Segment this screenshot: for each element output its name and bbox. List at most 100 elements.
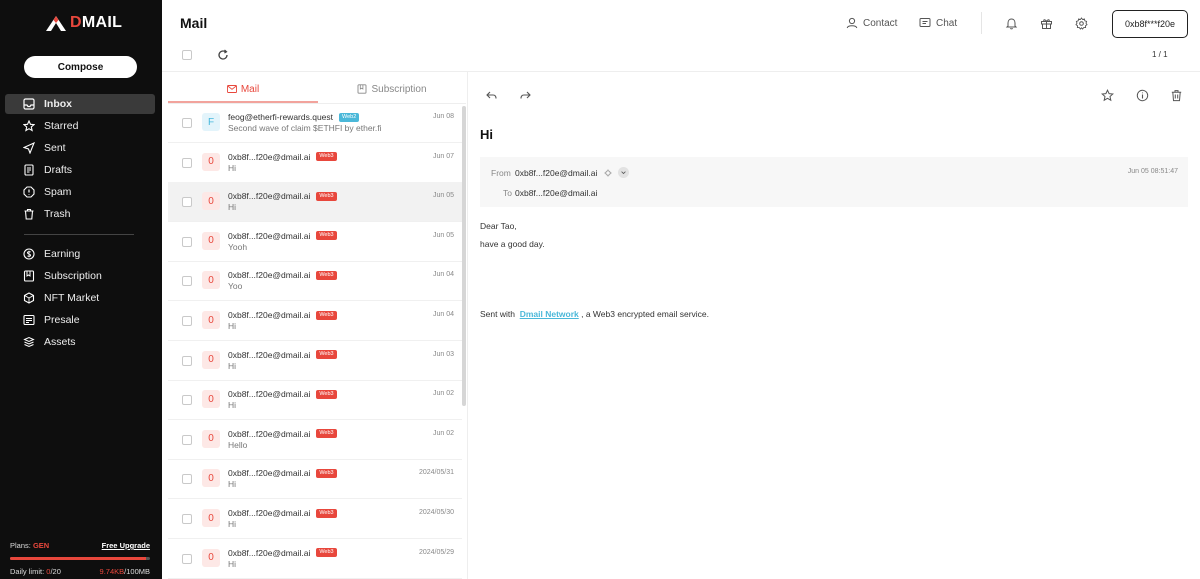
mail-list-item[interactable]: 0 0xb8f...f20e@dmail.ai Web3 Yoo Jun 04 bbox=[168, 261, 462, 302]
to-address[interactable]: 0xb8f...f20e@dmail.ai bbox=[515, 188, 597, 198]
row-checkbox[interactable] bbox=[182, 355, 192, 366]
pagination: 1 / 1 bbox=[1152, 50, 1168, 59]
dmail-logo[interactable]: DMAIL bbox=[44, 12, 122, 34]
row-checkbox[interactable] bbox=[182, 197, 192, 208]
mail-list-item[interactable]: 0 0xb8f...f20e@dmail.ai Web3 Hi Jun 05 bbox=[168, 182, 462, 223]
sidebar-item-presale[interactable]: Presale bbox=[5, 310, 155, 330]
mail-list-scrollbar[interactable] bbox=[462, 106, 466, 406]
signature-prefix: Sent with bbox=[480, 309, 515, 319]
trash-icon bbox=[23, 208, 35, 220]
mail-list-item[interactable]: 0 0xb8f...f20e@dmail.ai Web3 Hi Jun 02 bbox=[168, 380, 462, 421]
row-checkbox[interactable] bbox=[182, 236, 192, 247]
sidebar-item-starred[interactable]: Starred bbox=[5, 116, 155, 136]
select-all-checkbox[interactable] bbox=[182, 50, 192, 60]
mail-list-item[interactable]: 0 0xb8f...f20e@dmail.ai Web3 Hi Jun 03 bbox=[168, 341, 462, 381]
sidebar-item-inbox[interactable]: Inbox bbox=[5, 94, 155, 114]
copy-icon[interactable] bbox=[604, 169, 612, 177]
mail-icon bbox=[226, 85, 237, 93]
toolbar-divider bbox=[162, 71, 1200, 72]
sender-address: 0xb8f...f20e@dmail.ai bbox=[228, 310, 311, 320]
subscription-icon bbox=[23, 270, 35, 282]
compose-button[interactable]: Compose bbox=[24, 56, 137, 78]
storage-usage: 9.74KB/100MB bbox=[99, 567, 150, 576]
row-checkbox[interactable] bbox=[182, 276, 192, 287]
mail-sender: feog@etherfi-rewards.quest Web2 bbox=[228, 112, 360, 122]
dmail-network-link[interactable]: Dmail Network bbox=[520, 309, 579, 319]
reply-icon[interactable] bbox=[485, 89, 498, 102]
free-upgrade-link[interactable]: Free Upgrade bbox=[102, 541, 150, 550]
wallet-address-button[interactable]: 0xb8f***f20e bbox=[1112, 10, 1188, 38]
contact-icon bbox=[846, 17, 858, 29]
sidebar-item-sent[interactable]: Sent bbox=[5, 138, 155, 158]
sidebar-item-trash[interactable]: Trash bbox=[5, 204, 155, 224]
row-checkbox[interactable] bbox=[182, 316, 192, 326]
avatar: F bbox=[202, 113, 220, 131]
sidebar-item-label: Trash bbox=[44, 208, 71, 220]
trash-icon[interactable] bbox=[1170, 89, 1183, 102]
sidebar-divider bbox=[24, 234, 134, 235]
mail-list-item[interactable]: 0 0xb8f...f20e@dmail.ai Web3 Hi Jun 07 bbox=[168, 143, 462, 183]
mail-list-item[interactable]: Ffeog@etherfi-rewards.quest Web2 Second wa… bbox=[168, 103, 462, 143]
sidebar-item-nft-market[interactable]: NFT Market bbox=[5, 288, 155, 308]
row-checkbox[interactable] bbox=[182, 118, 192, 128]
mail-list-item[interactable]: 0 0xb8f...f20e@dmail.ai Web3 Hi Jun 04 bbox=[168, 301, 462, 341]
mail-list-item[interactable]: 0 0xb8f...f20e@dmail.ai Web3 Hi 2024/05/31 bbox=[168, 459, 462, 500]
sender-address: 0xb8f...f20e@dmail.ai bbox=[228, 428, 311, 439]
mail-sender: 0xb8f...f20e@dmail.ai Web3 bbox=[228, 468, 337, 478]
sender-address: 0xb8f...f20e@dmail.ai bbox=[228, 547, 311, 558]
tab-mail[interactable]: Mail bbox=[168, 76, 318, 102]
mail-subject: Yooh bbox=[228, 241, 248, 252]
network-badge: Web3 bbox=[316, 508, 337, 518]
mail-sender: 0xb8f...f20e@dmail.ai Web3 bbox=[228, 389, 337, 399]
info-icon[interactable] bbox=[1136, 89, 1149, 102]
mail-sender: 0xb8f...f20e@dmail.ai Web3 bbox=[228, 429, 337, 439]
sidebar-item-spam[interactable]: Spam bbox=[5, 182, 155, 202]
avatar: 0 bbox=[202, 271, 220, 290]
chat-button[interactable]: Chat bbox=[919, 17, 957, 29]
pane-divider bbox=[467, 72, 468, 579]
header-divider bbox=[981, 12, 982, 34]
sender-details-dropdown[interactable] bbox=[618, 167, 629, 178]
row-checkbox[interactable] bbox=[182, 474, 192, 485]
mail-list-item[interactable]: 0 0xb8f...f20e@dmail.ai Web3 Hello Jun 02 bbox=[168, 420, 462, 460]
nft-icon bbox=[23, 292, 35, 304]
mail-date: Jun 04 bbox=[432, 271, 454, 279]
network-badge: Web3 bbox=[316, 270, 337, 280]
tab-subscription[interactable]: Subscription bbox=[317, 76, 467, 102]
network-badge: Web3 bbox=[316, 310, 337, 320]
refresh-icon[interactable] bbox=[217, 48, 229, 60]
storage-progress-fill bbox=[10, 557, 146, 560]
presale-icon bbox=[23, 314, 35, 326]
mail-list-item[interactable]: 0 0xb8f...f20e@dmail.ai Web3 Hi 2024/05/29 bbox=[168, 539, 462, 579]
spam-icon bbox=[23, 186, 35, 198]
mail-date: 2024/05/29 bbox=[418, 548, 454, 556]
dmail-logo-icon bbox=[46, 16, 66, 31]
mail-subject: Hi bbox=[228, 400, 237, 411]
from-address[interactable]: 0xb8f...f20e@dmail.ai bbox=[515, 168, 597, 178]
bell-icon[interactable] bbox=[1005, 17, 1018, 30]
avatar: 0 bbox=[202, 152, 220, 171]
message-signature: Sent with Dmail Network , a Web3 encrypt… bbox=[480, 309, 709, 319]
forward-icon[interactable] bbox=[519, 89, 532, 102]
gear-icon[interactable] bbox=[1075, 17, 1088, 30]
contact-button[interactable]: Contact bbox=[846, 17, 897, 29]
sidebar-item-earning[interactable]: Earning bbox=[5, 244, 155, 264]
row-checkbox[interactable] bbox=[182, 514, 192, 524]
network-badge: Web3 bbox=[316, 152, 337, 162]
chevron-down-icon bbox=[621, 171, 626, 175]
sidebar-item-drafts[interactable]: Drafts bbox=[5, 160, 155, 180]
gift-icon[interactable] bbox=[1040, 17, 1053, 30]
mail-date: Jun 05 bbox=[432, 231, 454, 239]
sidebar-item-subscription[interactable]: Subscription bbox=[5, 266, 155, 286]
row-checkbox[interactable] bbox=[182, 395, 192, 406]
row-checkbox[interactable] bbox=[182, 553, 192, 564]
star-icon[interactable] bbox=[1101, 89, 1114, 102]
sidebar-item-assets[interactable]: Assets bbox=[5, 332, 155, 352]
row-checkbox[interactable] bbox=[182, 434, 192, 445]
row-checkbox[interactable] bbox=[182, 157, 192, 168]
mail-list-item[interactable]: 0 0xb8f...f20e@dmail.ai Web3 Yooh Jun 05 bbox=[168, 222, 462, 262]
message-date: Jun 05 08:51:47 bbox=[1127, 168, 1178, 175]
assets-icon bbox=[23, 336, 35, 348]
message-header: From 0xb8f...f20e@dmail.ai To 0xb8f...f2… bbox=[480, 157, 1188, 207]
mail-list-item[interactable]: 0 0xb8f...f20e@dmail.ai Web3 Hi 2024/05/30 bbox=[168, 499, 462, 539]
